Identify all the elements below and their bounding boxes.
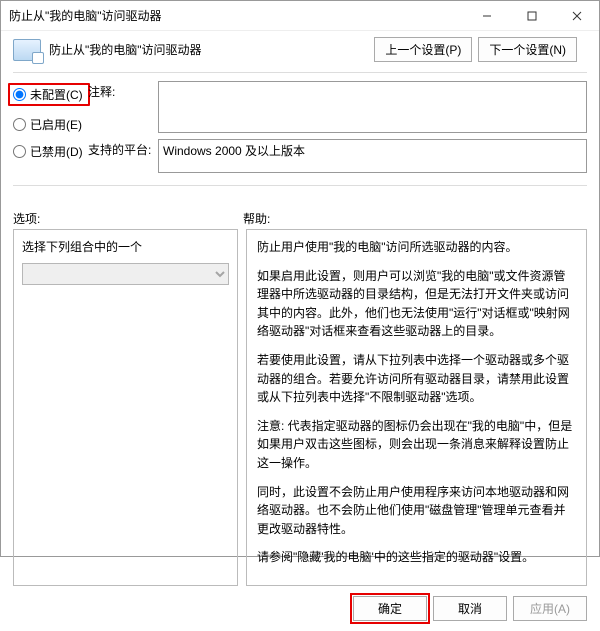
- help-p4: 注意: 代表指定驱动器的图标仍会出现在"我的电脑"中，但是如果用户双击这些图标，…: [257, 417, 576, 473]
- ok-button[interactable]: 确定: [353, 596, 427, 621]
- platform-field: 支持的平台: Windows 2000 及以上版本: [88, 139, 587, 173]
- radio-not-configured[interactable]: 未配置(C): [8, 83, 90, 106]
- comment-input[interactable]: [158, 81, 587, 133]
- help-p5: 同时，此设置不会防止用户使用程序来访问本地驱动器和网络驱动器。也不会防止他们使用…: [257, 483, 576, 539]
- titlebar: 防止从"我的电脑"访问驱动器: [1, 1, 599, 31]
- help-label: 帮助:: [243, 210, 587, 227]
- radio-not-configured-label: 未配置(C): [30, 86, 83, 103]
- radio-disabled[interactable]: 已禁用(D): [13, 143, 88, 160]
- options-instruction: 选择下列组合中的一个: [22, 238, 229, 255]
- section-labels: 选项: 帮助:: [13, 210, 587, 227]
- options-label: 选项:: [13, 210, 243, 227]
- maximize-icon[interactable]: [509, 1, 554, 31]
- divider: [13, 185, 587, 186]
- right-column: 注释: 支持的平台: Windows 2000 及以上版本: [88, 81, 587, 173]
- radio-disabled-input[interactable]: [13, 145, 26, 158]
- comment-label: 注释:: [88, 81, 152, 100]
- platform-value: Windows 2000 及以上版本: [158, 139, 587, 173]
- drive-combo[interactable]: [22, 263, 229, 285]
- radio-disabled-label: 已禁用(D): [30, 143, 83, 160]
- config-row: 未配置(C) 已启用(E) 已禁用(D) 注释: 支持的平台:: [13, 81, 587, 173]
- prev-setting-button[interactable]: 上一个设置(P): [374, 37, 472, 62]
- lower-panes: 选择下列组合中的一个 防止用户使用"我的电脑"访问所选驱动器的内容。 如果启用此…: [13, 229, 587, 586]
- help-p1: 防止用户使用"我的电脑"访问所选驱动器的内容。: [257, 238, 576, 257]
- minimize-icon[interactable]: [464, 1, 509, 31]
- content-area: 防止从"我的电脑"访问驱动器 上一个设置(P) 下一个设置(N) 未配置(C) …: [1, 31, 599, 631]
- help-pane[interactable]: 防止用户使用"我的电脑"访问所选驱动器的内容。 如果启用此设置，则用户可以浏览"…: [246, 229, 587, 586]
- dialog-footer: 确定 取消 应用(A): [13, 586, 587, 621]
- radio-not-configured-input[interactable]: [13, 88, 26, 101]
- policy-header: 防止从"我的电脑"访问驱动器 上一个设置(P) 下一个设置(N): [13, 37, 587, 62]
- radio-enabled-input[interactable]: [13, 118, 26, 131]
- radio-enabled[interactable]: 已启用(E): [13, 116, 88, 133]
- policy-icon: [13, 39, 41, 61]
- help-p3: 若要使用此设置，请从下拉列表中选择一个驱动器或多个驱动器的组合。若要允许访问所有…: [257, 351, 576, 407]
- radio-group: 未配置(C) 已启用(E) 已禁用(D): [13, 81, 88, 173]
- divider: [13, 72, 587, 73]
- close-icon[interactable]: [554, 1, 599, 31]
- comment-field: 注释:: [88, 81, 587, 133]
- apply-button[interactable]: 应用(A): [513, 596, 587, 621]
- platform-text: Windows 2000 及以上版本: [163, 142, 305, 159]
- nav-buttons: 上一个设置(P) 下一个设置(N): [374, 37, 577, 62]
- policy-title: 防止从"我的电脑"访问驱动器: [49, 41, 202, 58]
- ok-highlight: 确定: [353, 596, 427, 621]
- cancel-button[interactable]: 取消: [433, 596, 507, 621]
- platform-label: 支持的平台:: [88, 139, 152, 158]
- next-setting-button[interactable]: 下一个设置(N): [478, 37, 577, 62]
- radio-enabled-label: 已启用(E): [30, 116, 82, 133]
- options-pane: 选择下列组合中的一个: [13, 229, 238, 586]
- window-title: 防止从"我的电脑"访问驱动器: [9, 7, 162, 24]
- help-p2: 如果启用此设置，则用户可以浏览"我的电脑"或文件资源管理器中所选驱动器的目录结构…: [257, 267, 576, 341]
- dialog-window: 防止从"我的电脑"访问驱动器 防止从"我的电脑"访问驱动器 上一个设置(P) 下…: [0, 0, 600, 557]
- help-p6: 请参阅"隐藏'我的电脑'中的这些指定的驱动器"设置。: [257, 548, 576, 567]
